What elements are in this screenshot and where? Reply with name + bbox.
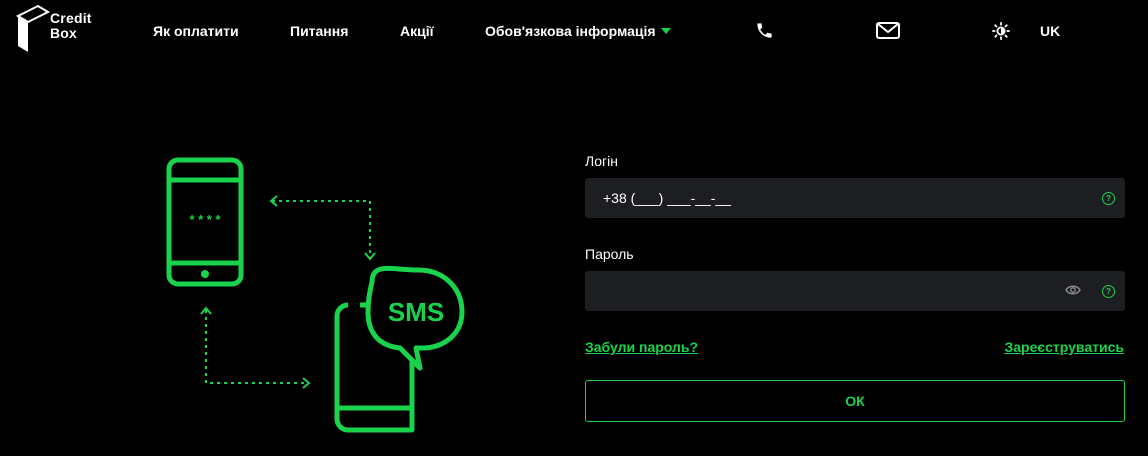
arrow-head-down xyxy=(364,252,376,261)
pin-mask-text: * * * * xyxy=(189,212,221,227)
nav-mandatory-info-label: Обов'язкова інформація xyxy=(485,23,656,39)
sms-text: SMS xyxy=(388,297,444,327)
logo-line-1: Credit xyxy=(50,10,92,26)
nav-how-to-pay[interactable]: Як оплатити xyxy=(153,23,239,39)
register-link[interactable]: Зареєструватись xyxy=(1005,339,1125,355)
submit-button[interactable]: ОК xyxy=(585,380,1125,422)
logo-text: Credit Box xyxy=(50,11,92,41)
logo[interactable]: Credit Box xyxy=(16,4,116,54)
login-field[interactable]: +38 (___) ___-__-__ ? xyxy=(585,178,1125,218)
password-label: Пароль xyxy=(585,246,634,262)
mail-icon[interactable] xyxy=(876,22,900,39)
password-input[interactable] xyxy=(585,271,1055,311)
login-field-value: +38 (___) ___-__-__ xyxy=(603,190,732,206)
nav-mandatory-info[interactable]: Обов'язкова інформація xyxy=(485,23,671,39)
logo-box-icon xyxy=(16,4,50,52)
password-field: ? xyxy=(585,271,1125,311)
logo-line-2: Box xyxy=(50,25,78,41)
language-switcher[interactable]: UK xyxy=(1040,23,1060,39)
nav-promotions[interactable]: Акції xyxy=(400,23,434,39)
phone-home-button xyxy=(201,270,209,278)
phone-icon[interactable] xyxy=(755,21,774,40)
sms-illustration: * * * * SMS xyxy=(166,157,465,433)
help-icon[interactable]: ? xyxy=(1102,285,1115,298)
theme-toggle-icon[interactable] xyxy=(992,22,1010,40)
help-icon[interactable]: ? xyxy=(1102,192,1115,205)
eye-icon[interactable] xyxy=(1065,284,1081,296)
arrow-top-path xyxy=(272,200,371,258)
chevron-down-icon xyxy=(660,28,671,34)
login-label: Логін xyxy=(585,153,618,169)
forgot-password-link[interactable]: Забули пароль? xyxy=(585,339,698,355)
header: Credit Box Як оплатити Питання Акції Обо… xyxy=(0,0,1148,62)
arrow-left-path xyxy=(205,310,308,384)
nav-questions[interactable]: Питання xyxy=(290,23,348,39)
